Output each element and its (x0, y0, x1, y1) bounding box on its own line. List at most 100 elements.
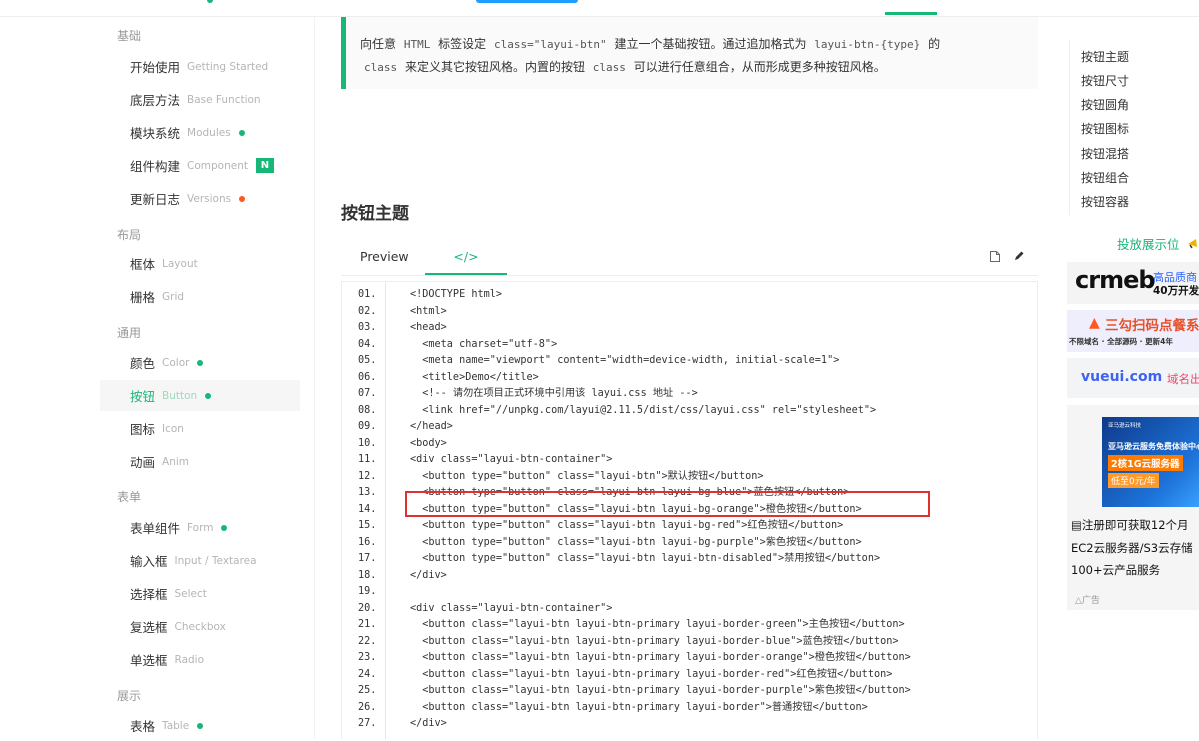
ad-sanguo-banner[interactable]: ▲ 三勾扫码点餐系 不限域名 · 全部源码 · 更新4年 (1067, 310, 1199, 352)
sidebar-item-component[interactable]: 组件构建 Component N (100, 150, 300, 181)
code-line: 01. <!DOCTYPE html> (342, 287, 502, 304)
ad-text: EC2云服务器/S3云存储 (1071, 540, 1193, 556)
sidebar-item-label: 图标 (130, 419, 155, 438)
toc-item-icon[interactable]: 按钮图标 (1081, 120, 1129, 137)
sidebar-item-label: 框体 (130, 254, 155, 273)
code-text: <button type="button" class="layui-btn l… (410, 520, 843, 531)
line-number: 23. (342, 650, 396, 667)
sidebar-item-form[interactable]: 表单组件 Form (100, 512, 300, 543)
crmeb-logo: crmeb (1075, 266, 1155, 294)
ad-crmeb-banner[interactable]: crmeb 高品质商 40万开发 (1067, 262, 1199, 304)
sidebar-item-en: Getting Started (187, 61, 268, 73)
aws-ad-image: 亚马逊云科技 亚马逊云服务免费体验中心 2核1G云服务器 低至0元/年 (1102, 417, 1199, 507)
sidebar-item-icon[interactable]: 图标 Icon (100, 413, 300, 444)
sidebar-item-input[interactable]: 输入框 Input / Textarea (100, 545, 300, 576)
sidebar-item-en: Input / Textarea (175, 555, 257, 567)
code-line: 19. (342, 584, 410, 601)
code-text: <!DOCTYPE html> (410, 289, 502, 300)
sidebar-item-label: 栅格 (130, 287, 155, 306)
code-text: <button type="button" class="layui-btn">… (410, 471, 764, 482)
line-number: 07. (342, 386, 396, 403)
inline-code: class="layui-btn" (490, 38, 611, 51)
top-active-tab-indicator (885, 12, 937, 15)
sidebar-item-label: 复选框 (130, 617, 168, 636)
toc-item-theme[interactable]: 按钮主题 (1081, 48, 1129, 65)
sidebar-item-versions[interactable]: 更新日志 Versions (100, 183, 300, 214)
intro-text: 来定义其它按钮风格。内置的按钮 (405, 60, 585, 74)
group-title-form: 表单 (117, 488, 141, 505)
line-number: 10. (342, 436, 396, 453)
code-line: 22. <button class="layui-btn layui-btn-p… (342, 634, 899, 651)
line-number: 03. (342, 320, 396, 337)
ad-aws-banner[interactable]: 亚马逊云科技 亚马逊云服务免费体验中心 2核1G云服务器 低至0元/年 ▤注册即… (1067, 405, 1199, 610)
sidebar-item-label: 单选框 (130, 650, 168, 669)
tab-preview[interactable]: Preview (360, 240, 409, 274)
line-number: 21. (342, 617, 396, 634)
code-line: 23. <button class="layui-btn layui-btn-p… (342, 650, 911, 667)
sidebar-item-checkbox[interactable]: 复选框 Checkbox (100, 611, 300, 642)
sidebar-item-en: Layout (162, 258, 198, 270)
sidebar-item-select[interactable]: 选择框 Select (100, 578, 300, 609)
new-dot-icon (197, 360, 203, 366)
sidebar-item-layout[interactable]: 框体 Layout (100, 248, 300, 279)
line-number: 20. (342, 601, 396, 618)
toc-item-radius[interactable]: 按钮圆角 (1081, 96, 1129, 113)
code-line: 11.<div class="layui-btn-container"> (342, 452, 612, 469)
line-number: 18. (342, 568, 396, 585)
sidebar-item-radio[interactable]: 单选框 Radio (100, 644, 300, 675)
ad-placement-title[interactable]: 投放展示位 (1117, 234, 1199, 253)
megaphone-icon (1187, 237, 1199, 252)
line-number: 27. (342, 716, 396, 733)
code-text: <button type="button" class="layui-btn l… (410, 537, 862, 548)
toc-item-size[interactable]: 按钮尺寸 (1081, 72, 1129, 89)
sidebar-item-getting-started[interactable]: 开始使用 Getting Started (100, 51, 300, 82)
group-title-layout: 布局 (117, 226, 141, 243)
ad-text: 亚马逊云科技 (1108, 421, 1141, 429)
intro-text: 的 (928, 37, 940, 51)
sidebar-item-anim[interactable]: 动画 Anim (100, 446, 300, 477)
group-title-basic: 基础 (117, 27, 141, 44)
tab-code[interactable]: </> (425, 240, 507, 275)
sidebar-item-label: 按钮 (130, 386, 155, 405)
toc-item-group[interactable]: 按钮组合 (1081, 169, 1129, 186)
code-line: 17. <button type="button" class="layui-b… (342, 551, 880, 568)
copy-icon[interactable] (988, 249, 1002, 263)
sidebar-item-grid[interactable]: 栅格 Grid (100, 281, 300, 312)
code-text: <div class="layui-btn-container"> (410, 603, 612, 614)
ad-vueui-banner[interactable]: vueui.com 域名出 (1067, 358, 1199, 398)
sidebar-item-label: 输入框 (130, 551, 168, 570)
inline-code: class (589, 61, 630, 74)
new-dot-icon (239, 130, 245, 136)
line-number: 01. (342, 287, 396, 304)
line-number: 05. (342, 353, 396, 370)
sidebar-item-label: 颜色 (130, 353, 155, 372)
edit-icon[interactable] (1012, 249, 1026, 263)
code-line: 25. <button class="layui-btn layui-btn-p… (342, 683, 911, 700)
sidebar-item-en: Icon (162, 423, 184, 435)
sidebar-item-table[interactable]: 表格 Table (100, 710, 300, 741)
line-number: 12. (342, 469, 396, 486)
inline-code: layui-btn-{type} (810, 38, 924, 51)
code-line: 18.</div> (342, 568, 447, 585)
intro-text: 向任意 (360, 37, 396, 51)
toc-item-mix[interactable]: 按钮混搭 (1081, 145, 1129, 162)
new-dot-icon (221, 525, 227, 531)
code-text: <button class="layui-btn layui-btn-prima… (410, 636, 899, 647)
sidebar-item-button[interactable]: 按钮 Button (100, 380, 300, 411)
new-dot-icon (197, 723, 203, 729)
code-line: 07. <!-- 请勿在项目正式环境中引用该 layui.css 地址 --> (342, 386, 698, 403)
sidebar-item-label: 开始使用 (130, 57, 180, 76)
highlight-annotation-box (405, 491, 930, 517)
sidebar-item-en: Button (162, 390, 197, 402)
code-line: 10.<body> (342, 436, 447, 453)
ad-text: vueui.com (1081, 369, 1162, 385)
sidebar-item-en: Versions (187, 193, 231, 205)
line-number: 06. (342, 370, 396, 387)
sidebar-item-en: Checkbox (175, 621, 226, 633)
sidebar-item-color[interactable]: 颜色 Color (100, 347, 300, 378)
code-text: <link href="//unpkg.com/layui@2.11.5/dis… (410, 405, 876, 416)
sidebar-item-modules[interactable]: 模块系统 Modules (100, 117, 300, 148)
gift-icon: ▤ (1071, 518, 1082, 532)
toc-item-container[interactable]: 按钮容器 (1081, 193, 1129, 210)
sidebar-item-base-function[interactable]: 底层方法 Base Function (100, 84, 300, 115)
